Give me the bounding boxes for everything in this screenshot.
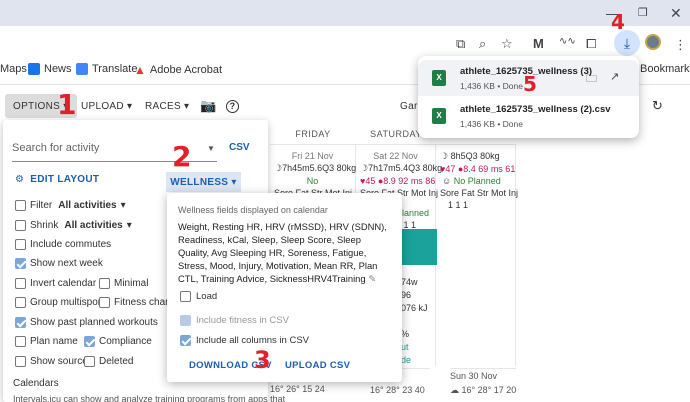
wellness-fields-list[interactable]: Weight, Resting HR, HRV (rMSSD), HRV (SD… [178,220,393,285]
include-all-columns-checkbox[interactable] [180,335,191,346]
all-bookmarks[interactable]: Bookmarks [640,63,690,75]
browser-titlebar: — ❐ ✕ [0,0,690,26]
calendars-heading: Calendars [13,378,59,389]
restore-icon[interactable]: ❐ [638,6,648,19]
excel-file-icon: X [432,108,446,124]
browser-toolbar: ⧉ ⌕ ☆ M ∿∿ ⧠ [0,26,690,60]
show-in-folder-icon[interactable]: 🗀 [586,70,597,89]
caret-down-icon: ▾ [231,176,237,188]
more-menu-icon[interactable]: ⋮ [674,37,687,53]
upload-csv-button[interactable]: UPLOAD CSV [285,360,350,371]
include-fitness-checkbox [180,315,191,326]
caret-down-icon: ▾ [184,100,190,112]
translate-icon [76,63,88,75]
download-icon: ⤓ [623,34,631,51]
calendars-description: Intervals.icu can show and analyze train… [13,394,286,402]
races-button[interactable]: RACES ▾ [137,94,197,118]
annotation-3: 3 [254,346,271,374]
wellness-popup-title: Wellness fields displayed on calendar [178,205,328,215]
caret-down-icon: ▾ [127,100,133,112]
wellness-popup: Wellness fields displayed on calendar We… [167,193,402,382]
acrobat-icon: ▲ [134,63,146,77]
help-button[interactable]: ? [218,94,247,118]
shrink-option[interactable]: Shrink All activities ▾ [15,220,132,231]
bookmark-translate[interactable]: Translate [76,63,137,75]
load-option[interactable]: Load [180,291,217,302]
upload-button[interactable]: UPLOAD ▾ [73,94,140,118]
close-icon[interactable]: ✕ [670,5,682,22]
refresh-icon: ↻ [652,98,664,113]
caret-down-icon: ▾ [120,200,126,211]
bookmark-news[interactable]: News [28,63,72,75]
day-header-friday: FRIDAY [295,129,331,139]
bookmark-maps[interactable]: Maps [0,63,27,75]
zoom-icon[interactable]: ⌕ [479,36,486,52]
compliance-option[interactable]: Compliance [84,336,152,347]
extension-wave-icon[interactable]: ∿∿ [559,36,576,47]
help-icon: ? [226,99,239,113]
fitness-chart-option[interactable]: Fitness chart [99,297,171,308]
annotation-5: 5 [523,72,537,96]
open-external-icon[interactable]: ↗ [610,70,619,83]
show-next-week-option[interactable]: Show next week [15,258,103,269]
week2-cell-sun[interactable]: Sun 30 Nov ☁ 16° 28° 17 20 [450,368,516,402]
refresh-button[interactable]: ↻ [644,94,671,118]
extension-m-icon[interactable]: M [533,36,544,51]
camera-icon: 📷 [200,98,217,113]
download-item[interactable]: X athlete_1625735_wellness (2).csv 1,436… [418,98,639,134]
csv-button[interactable]: CSV [229,142,250,153]
include-commutes-option[interactable]: Include commutes [15,239,111,250]
deleted-option[interactable]: Deleted [84,356,133,367]
annotation-4: 4 [611,10,625,34]
downloads-panel: X athlete_1625735_wellness (3) 1,436 KB … [418,56,639,138]
wellness-button[interactable]: WELLNESS ▾ [166,172,241,192]
show-source-option[interactable]: Show source [15,356,88,367]
extensions-puzzle-icon[interactable]: ⧠ [586,36,596,52]
day-cell-sun[interactable]: ☽ 8h5Q3 80kg ♥47 ●8.4 69 ms 61 ☺ No Plan… [436,144,518,366]
annotation-2: 2 [172,140,192,173]
invert-calendar-option[interactable]: Invert calendar [15,278,96,289]
show-past-planned-option[interactable]: Show past planned workouts [15,317,158,328]
include-fitness-option: Include fitness in CSV [180,315,289,326]
load-checkbox[interactable] [180,291,191,302]
bookmark-star-icon[interactable]: ☆ [501,36,513,52]
edit-pencil-icon[interactable]: ✎ [368,273,376,284]
excel-file-icon: X [432,70,446,86]
shrink-checkbox[interactable] [15,220,26,231]
settings-icon: ⚙ [15,174,25,185]
include-all-columns-option[interactable]: Include all columns in CSV [180,335,309,346]
filter-checkbox[interactable] [15,200,26,211]
annotation-1: 1 [57,88,77,121]
profile-avatar[interactable] [645,34,661,50]
filter-option[interactable]: Filter All activities ▾ [15,200,126,211]
cast-icon[interactable]: ⧉ [456,36,465,52]
bookmark-acrobat[interactable]: ▲ Adobe Acrobat [134,63,222,77]
cloud-icon: ☁ [450,385,459,395]
edit-layout-button[interactable]: ⚙ EDIT LAYOUT [15,174,99,185]
minimal-option[interactable]: Minimal [99,278,148,289]
plan-name-option[interactable]: Plan name [15,336,78,347]
news-icon [28,63,40,75]
group-multisport-option[interactable]: Group multisport [15,297,104,308]
search-dropdown-icon[interactable]: ▼ [207,144,215,153]
caret-down-icon: ▾ [126,220,132,231]
